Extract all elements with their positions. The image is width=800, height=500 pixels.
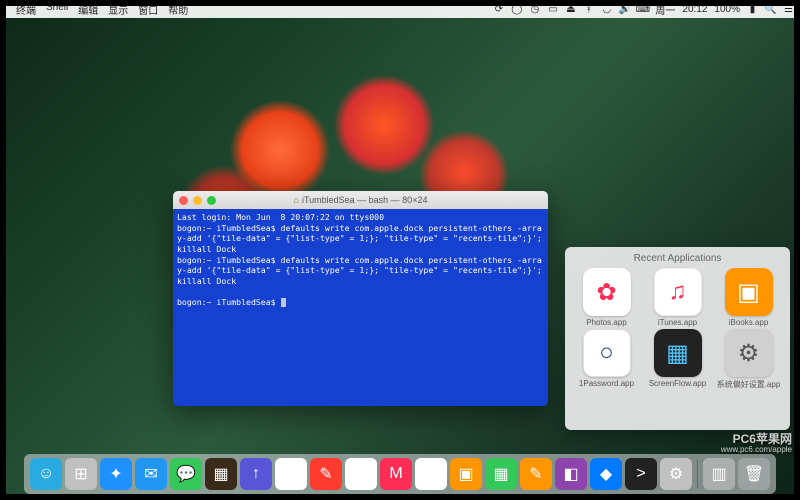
dock-terminal[interactable]: >	[625, 458, 657, 490]
prompt-1: bogon:~ iTumbledSea$	[177, 223, 281, 233]
dock: ☺⊞✦✉💬▦↑✿✎▤M♫▣▦✎◧◆>⚙▥🗑	[24, 454, 776, 494]
dock-launchpad[interactable]: ⊞	[65, 458, 97, 490]
menubar: 终端 Shell 编辑 显示 窗口 帮助 ⟳ ◯ ◷ ▭ ⏏ ᚼ ◡ 🔊 ⌨ 周…	[0, 0, 800, 18]
app-label: 系统偏好设置.app	[717, 379, 781, 390]
dock-mail[interactable]: ✉	[135, 458, 167, 490]
zoom-button[interactable]	[207, 196, 216, 205]
menubar-day[interactable]: 周一	[655, 2, 675, 17]
dock-minecraft[interactable]: ▦	[205, 458, 237, 490]
app-label: ScreenFlow.app	[649, 379, 706, 388]
dock-ibooks[interactable]: ◧	[555, 458, 587, 490]
itunes-icon: ♫	[654, 268, 702, 316]
recent-app-photos[interactable]: ✿ Photos.app	[573, 268, 640, 327]
clock-icon[interactable]: ◷	[529, 4, 540, 15]
menu-edit[interactable]: 编辑	[78, 2, 98, 17]
sysprefs-icon: ⚙	[725, 329, 773, 377]
menu-view[interactable]: 显示	[108, 2, 128, 17]
wifi-icon[interactable]: ◡	[601, 4, 612, 15]
recent-applications-popover: Recent Applications ✿ Photos.app ♫ iTunes.a…	[565, 247, 790, 430]
dock-pages[interactable]: ✎	[520, 458, 552, 490]
dock-upload[interactable]: ↑	[240, 458, 272, 490]
sync-icon[interactable]: ⟳	[493, 4, 504, 15]
dock-sysprefs[interactable]: ⚙	[660, 458, 692, 490]
recent-title: Recent Applications	[573, 253, 782, 264]
menu-shell[interactable]: Shell	[46, 2, 68, 17]
dock-trash[interactable]: 🗑	[738, 458, 770, 490]
eject-icon[interactable]: ⏏	[565, 4, 576, 15]
sflow-icon: ▦	[654, 329, 702, 377]
onepass-icon: ○	[583, 329, 631, 377]
menubar-battery[interactable]: 100%	[714, 4, 740, 15]
bluetooth-icon[interactable]: ᚼ	[583, 4, 594, 15]
dock-bear[interactable]: ✎	[310, 458, 342, 490]
search-icon[interactable]: 🔍	[765, 4, 776, 15]
dock-finder[interactable]: ☺	[30, 458, 62, 490]
display-icon[interactable]: ▭	[547, 4, 558, 15]
close-button[interactable]	[179, 196, 188, 205]
app-label: 1Password.app	[579, 379, 634, 388]
terminal-window[interactable]: ⌂iTumbledSea — bash — 80×24 Last login: …	[173, 191, 548, 406]
dock-numbers[interactable]: ▦	[485, 458, 517, 490]
watermark: PC6苹果网 www.pc6.com/apple	[721, 433, 792, 455]
dock-safari[interactable]: ✦	[100, 458, 132, 490]
recent-app-onepass[interactable]: ○ 1Password.app	[573, 329, 640, 390]
menu-window[interactable]: 窗口	[138, 2, 158, 17]
prompt-3: bogon:~ iTumbledSea$	[177, 297, 281, 307]
dock-preview[interactable]: ▤	[345, 458, 377, 490]
recent-app-itunes[interactable]: ♫ iTunes.app	[644, 268, 711, 327]
keyboard-icon[interactable]: ⌨	[637, 4, 648, 15]
dock-books[interactable]: ▣	[450, 458, 482, 490]
volume-icon[interactable]: 🔊	[619, 4, 630, 15]
dock-mweb[interactable]: M	[380, 458, 412, 490]
recent-app-sflow[interactable]: ▦ ScreenFlow.app	[644, 329, 711, 390]
notification-icon[interactable]: ☰	[783, 4, 794, 15]
cursor	[281, 298, 286, 307]
prompt-2: bogon:~ iTumbledSea$	[177, 255, 281, 265]
terminal-title: iTumbledSea — bash — 80×24	[302, 195, 428, 205]
watermark-sub: www.pc6.com/apple	[721, 446, 792, 455]
dock-photos[interactable]: ✿	[275, 458, 307, 490]
menubar-app-name[interactable]: 终端	[16, 2, 36, 17]
dock-messages[interactable]: 💬	[170, 458, 202, 490]
recent-app-sysprefs[interactable]: ⚙ 系统偏好设置.app	[715, 329, 782, 390]
dock-recents-stack[interactable]: ▥	[703, 458, 735, 490]
menubar-time[interactable]: 20:12	[682, 4, 707, 15]
terminal-titlebar[interactable]: ⌂iTumbledSea — bash — 80×24	[173, 191, 548, 209]
last-login-line: Last login: Mon Jun 8 20:07:22 on ttys00…	[177, 212, 384, 222]
app-label: Photos.app	[586, 318, 626, 327]
recent-app-ibooks[interactable]: ▣ iBooks.app	[715, 268, 782, 327]
minimize-button[interactable]	[193, 196, 202, 205]
terminal-content[interactable]: Last login: Mon Jun 8 20:07:22 on ttys00…	[173, 209, 548, 406]
dock-separator	[697, 460, 698, 488]
dock-itunes[interactable]: ♫	[415, 458, 447, 490]
photos-icon: ✿	[583, 268, 631, 316]
home-icon: ⌂	[294, 195, 299, 205]
app-label: iTunes.app	[658, 318, 697, 327]
dock-app1[interactable]: ◆	[590, 458, 622, 490]
circle-icon[interactable]: ◯	[511, 4, 522, 15]
menu-help[interactable]: 帮助	[168, 2, 188, 17]
ibooks-icon: ▣	[725, 268, 773, 316]
battery-icon[interactable]: ▮	[747, 4, 758, 15]
app-label: iBooks.app	[729, 318, 769, 327]
